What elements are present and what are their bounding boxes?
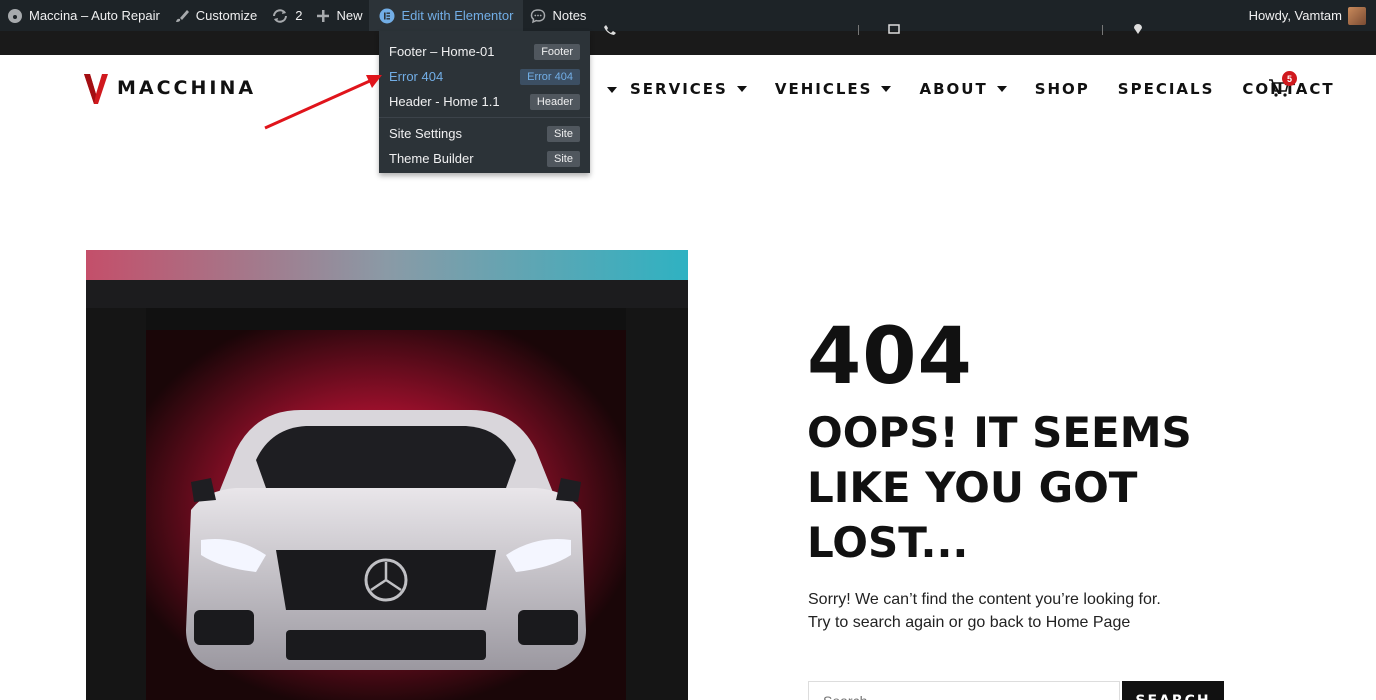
car-photo-illustration xyxy=(86,250,688,700)
dropdown-item-tag: Site xyxy=(547,125,580,142)
wp-admin-bar: Maccina – Auto Repair Customize 2 New Ed… xyxy=(0,0,1376,31)
dashboard-icon xyxy=(8,8,22,23)
nav-shop[interactable]: SHOP xyxy=(1035,80,1090,98)
chevron-down-icon xyxy=(736,86,747,92)
customize-button[interactable]: Customize xyxy=(167,0,264,31)
dropdown-item-tag: Site xyxy=(547,150,580,167)
notes-label: Notes xyxy=(552,8,587,23)
speech-bubble-icon xyxy=(531,8,546,23)
dropdown-item-theme-builder[interactable]: Theme Builder Site xyxy=(379,146,590,171)
divider xyxy=(1102,25,1103,35)
nav-label: SPECIALS xyxy=(1117,80,1215,98)
dropdown-divider xyxy=(379,117,590,118)
cart-count-badge: 5 xyxy=(1282,71,1297,86)
phone-icon xyxy=(604,25,616,35)
chevron-down-icon xyxy=(607,87,617,93)
dropdown-item-error-404[interactable]: Error 404 Error 404 xyxy=(379,64,590,89)
dropdown-item-tag: Error 404 xyxy=(520,68,580,85)
error-description-line: Sorry! We can’t find the content you’re … xyxy=(808,591,1161,608)
error-description-line: Try to search again or go back to Home P… xyxy=(808,614,1131,631)
brand-name: MACCHINA xyxy=(117,77,257,99)
divider xyxy=(858,25,859,35)
nav-label: ABOUT xyxy=(919,80,988,98)
nav-vehicles[interactable]: VEHICLES xyxy=(775,80,892,98)
plus-icon xyxy=(317,9,330,22)
error-code-heading: 404 xyxy=(807,312,973,402)
account-menu[interactable]: Howdy, Vamtam xyxy=(1242,0,1376,31)
nav-label: VEHICLES xyxy=(774,80,873,98)
customize-label: Customize xyxy=(195,8,258,23)
dropdown-item-label: Site Settings xyxy=(389,126,462,141)
annotation-arrow-icon xyxy=(264,75,382,130)
elementor-icon xyxy=(379,8,395,23)
dropdown-item-tag: Footer xyxy=(534,43,580,60)
nav-label: SERVICES xyxy=(630,80,728,98)
cart-button[interactable]: 5 xyxy=(1268,71,1297,103)
error-description: Sorry! We can’t find the content you’re … xyxy=(808,588,1228,634)
brush-icon xyxy=(175,9,189,22)
main-navigation: SERVICES VEHICLES ABOUT SHOP SPECIALS CO… xyxy=(630,80,1363,98)
top-info-bar xyxy=(0,24,1376,55)
search-button[interactable]: SEARCH xyxy=(1122,681,1224,700)
dropdown-item-label: Error 404 xyxy=(389,69,444,84)
site-name-label: Maccina – Auto Repair xyxy=(29,8,160,23)
nav-about[interactable]: ABOUT xyxy=(919,80,1007,98)
nav-label: SHOP xyxy=(1034,80,1090,98)
dropdown-item-label: Header - Home 1.1 xyxy=(389,94,500,109)
dropdown-item-header[interactable]: Header - Home 1.1 Header xyxy=(379,89,590,114)
elementor-dropdown-menu: Footer – Home-01 Footer Error 404 Error … xyxy=(379,31,590,173)
updates-button[interactable]: 2 xyxy=(264,0,309,31)
search-input[interactable] xyxy=(808,681,1120,700)
chevron-down-icon xyxy=(996,86,1007,92)
dropdown-item-label: Footer – Home-01 xyxy=(389,44,495,59)
macchina-v-logo-icon xyxy=(84,74,108,104)
dropdown-item-site-settings[interactable]: Site Settings Site xyxy=(379,121,590,146)
dropdown-item-tag: Header xyxy=(529,93,580,110)
location-icon xyxy=(1134,24,1142,34)
nav-specials[interactable]: SPECIALS xyxy=(1118,80,1215,98)
updates-count: 2 xyxy=(295,8,303,23)
refresh-icon xyxy=(273,8,288,23)
edit-with-elementor-button[interactable]: Edit with Elementor xyxy=(369,0,524,31)
new-content-button[interactable]: New xyxy=(309,0,369,31)
edit-elementor-label: Edit with Elementor xyxy=(401,8,514,23)
nav-services[interactable]: SERVICES xyxy=(630,80,747,98)
new-label: New xyxy=(336,8,363,23)
howdy-label: Howdy, Vamtam xyxy=(1248,8,1342,23)
chevron-down-icon xyxy=(881,86,892,92)
error-title-heading: OOPS! IT SEEMS LIKE YOU GOT LOST... xyxy=(807,408,1192,567)
site-name-menu[interactable]: Maccina – Auto Repair xyxy=(0,0,167,31)
avatar xyxy=(1348,6,1366,25)
site-logo[interactable]: MACCHINA xyxy=(84,72,256,104)
dropdown-item-label: Theme Builder xyxy=(389,151,474,166)
dropdown-item-footer[interactable]: Footer – Home-01 Footer xyxy=(379,39,590,64)
notes-button[interactable]: Notes xyxy=(523,0,593,31)
calendar-icon xyxy=(888,24,900,34)
hero-car-image xyxy=(86,250,688,700)
